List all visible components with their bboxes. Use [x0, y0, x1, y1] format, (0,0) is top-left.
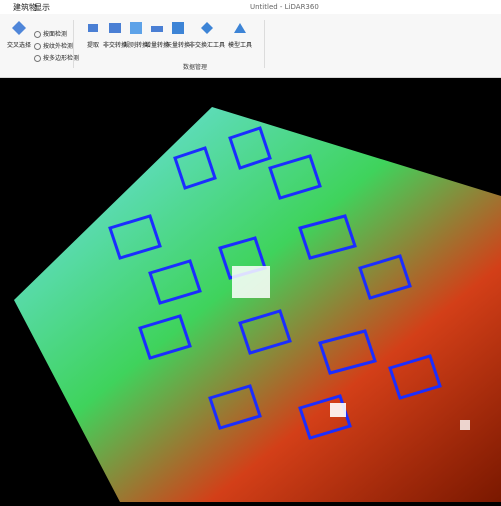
window-title: Untitled - LiDAR360: [250, 3, 319, 11]
model-icon: [234, 23, 246, 33]
option-1[interactable]: 按面检测: [34, 29, 67, 39]
tool-icon: [201, 22, 213, 34]
title-bar: 建筑物 显示 Untitled - LiDAR360: [0, 0, 501, 14]
diamond-icon: [12, 21, 26, 35]
group-label: 数据管理: [182, 64, 207, 71]
lidar-scene: [14, 107, 501, 502]
cross-select-label: 交叉选择: [6, 42, 31, 49]
3d-viewport[interactable]: [0, 78, 501, 502]
model-tools-button[interactable]: 模型工具: [221, 20, 259, 60]
tab-display[interactable]: 显示: [34, 2, 50, 13]
separator: [264, 20, 265, 68]
option-2[interactable]: 按纹外检测: [34, 41, 73, 51]
ribbon-toolbar: 交叉选择 按面检测 按纹外检测 按多边形检测 提取 非交转换 规则转换 增量转换…: [0, 14, 501, 78]
vector-icon: [172, 22, 184, 34]
cross-select-button[interactable]: 交叉选择: [0, 20, 38, 60]
terrain-surface: [14, 107, 501, 502]
lidar360-window: 建筑物 显示 Untitled - LiDAR360 交叉选择 按面检测 按纹外…: [0, 0, 501, 502]
